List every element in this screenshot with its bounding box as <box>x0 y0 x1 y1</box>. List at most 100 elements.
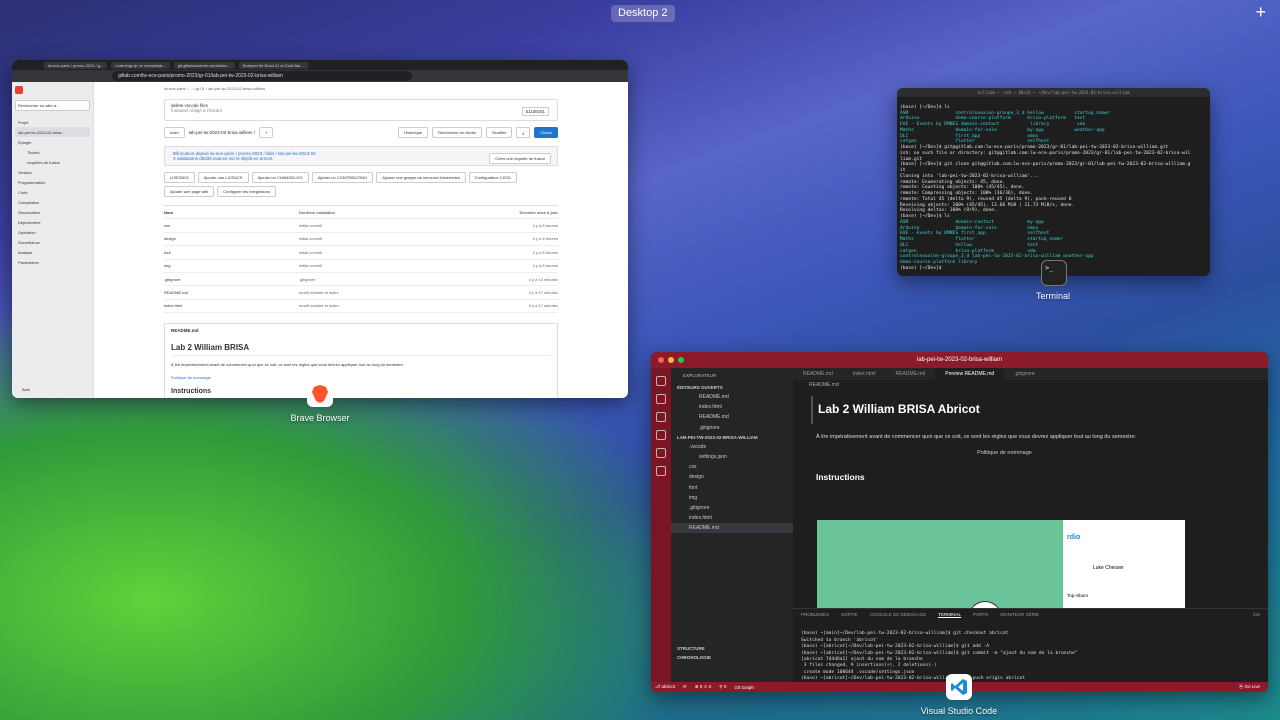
file-commit[interactable]: initial commit <box>299 263 488 268</box>
chip-button[interactable]: Configurer les intégrations <box>217 186 276 197</box>
open-editors-section[interactable]: ÉDITEURS OUVERTS <box>671 383 793 392</box>
sidebar-item[interactable]: Gestion <box>15 167 90 177</box>
sidebar-item[interactable]: Programmation <box>15 177 90 187</box>
sidebar-item[interactable]: Déploiement <box>15 217 90 227</box>
browser-tab[interactable]: Learnings tp ne compristat... <box>111 61 170 69</box>
tree-item[interactable]: font <box>671 483 793 493</box>
timeline-section[interactable]: CHRONOLOGIE <box>671 653 793 662</box>
sidebar-item[interactable]: Code <box>15 187 90 197</box>
brave-app-icon[interactable] <box>307 381 333 407</box>
outline-section[interactable]: STRUCTURE <box>671 644 793 653</box>
open-editor-item[interactable]: README.md <box>671 392 793 402</box>
tree-item[interactable]: README.md <box>671 523 793 534</box>
panel-tab[interactable]: PROBLÈMES <box>801 612 829 618</box>
editor-breadcrumb[interactable]: README.md <box>793 380 1268 390</box>
url-field[interactable]: gitlab.com/lw-ece-paris/promo-2023/gr-01… <box>112 71 412 81</box>
browser-tab[interactable]: git.gitlabstudents.com/labex... <box>173 61 235 69</box>
tree-item[interactable]: img <box>671 493 793 503</box>
commit-sha[interactable]: 511d6c81 <box>521 107 549 116</box>
file-commit[interactable]: .gitignore <box>299 277 488 282</box>
vscode-app-icon[interactable] <box>946 674 972 700</box>
table-row[interactable]: README.md modif readme et index il y a 17 … <box>164 286 558 300</box>
sidebar-item[interactable]: Épingle <box>15 137 90 147</box>
tree-item[interactable]: css <box>671 462 793 472</box>
file-commit[interactable]: modif readme et index <box>299 290 488 295</box>
vscode-window[interactable]: lab-pei-tw-2023-02-brisa-william EXPLORA… <box>651 352 1268 692</box>
add-desktop-icon[interactable]: + <box>1255 2 1266 23</box>
terminal-app-icon[interactable]: >_ <box>1041 260 1067 286</box>
table-row[interactable]: .gitignore .gitignore il y a 13 minutes <box>164 273 558 287</box>
panel-tab[interactable]: TERMINAL <box>938 612 961 618</box>
sidebar-search[interactable]: Rechercher ou aller à... <box>15 100 90 111</box>
editor-tab[interactable]: README.md <box>793 368 843 380</box>
sidebar-item[interactable]: Sécurisation <box>15 207 90 217</box>
panel-tab[interactable]: SORTIE <box>841 612 858 618</box>
editor-tab[interactable]: README.md <box>886 368 936 380</box>
file-commit[interactable]: initial commit <box>299 250 488 255</box>
table-row[interactable]: design initial commit il y a 8 heures <box>164 233 558 247</box>
sidebar-item[interactable]: Compilation <box>15 197 90 207</box>
editor-tab[interactable]: Preview README.md <box>935 368 1005 380</box>
chip-button[interactable]: Ajouter une page wiki <box>164 186 215 197</box>
sidebar-item[interactable]: Analyse <box>15 247 90 257</box>
file-name[interactable]: README.md <box>164 290 299 295</box>
add-button[interactable]: + <box>258 127 274 138</box>
history-button[interactable]: Historique <box>398 127 429 138</box>
chip-button[interactable]: Ajouter un CHANGELOG <box>251 172 309 183</box>
table-row[interactable]: css initial commit il y a 8 heures <box>164 219 558 233</box>
file-name[interactable]: img <box>164 263 299 268</box>
sidebar-repo[interactable]: lab-pei-tw-2023-02-brisa... <box>15 127 90 137</box>
explorer-icon[interactable] <box>656 394 666 404</box>
tree-item[interactable]: design <box>671 472 793 482</box>
browser-tab[interactable]: Notepad for Brisa 21 et Gold Bar... <box>238 61 308 69</box>
readme-file[interactable]: README.md <box>171 328 551 333</box>
brave-window[interactable]: lw-ece-paris / promo-2023 / g... Learnin… <box>12 60 628 398</box>
file-name[interactable]: .gitignore <box>164 277 299 282</box>
file-commit[interactable]: initial commit <box>299 236 488 241</box>
open-editor-item[interactable]: index.html <box>671 402 793 412</box>
sidebar-item[interactable]: Surveillance <box>15 237 90 247</box>
problems-status[interactable]: ⊗ 0 ⚠ 0 <box>695 684 712 690</box>
tree-item[interactable]: .vscode <box>671 442 793 452</box>
download-button[interactable]: ⤓ <box>516 127 531 138</box>
file-name[interactable]: font <box>164 250 299 255</box>
panel-tab[interactable]: MONITEUR SÉRIE <box>1000 612 1039 618</box>
search-icon[interactable] <box>656 376 666 386</box>
branch-status[interactable]: ⎇ abricot <box>655 684 675 690</box>
browser-tab[interactable]: lw-ece-paris / promo-2023 / g... <box>44 61 108 69</box>
chip-button[interactable]: Configuration CI/CD <box>468 172 517 183</box>
chip-button[interactable]: Ajouter une grappe de serveurs Kubernete… <box>376 172 466 183</box>
tree-item[interactable]: settings.json <box>671 452 793 462</box>
extensions-icon[interactable] <box>656 448 666 458</box>
editor-tab[interactable]: index.html <box>843 368 886 380</box>
file-name[interactable]: css <box>164 223 299 228</box>
desktop-label[interactable]: Desktop 2 <box>611 5 675 22</box>
ports-status[interactable]: ⚲ 0 <box>719 684 726 690</box>
file-commit[interactable]: initial commit <box>299 223 488 228</box>
chip-button[interactable]: Ajouter un CONTRIBUTING <box>311 172 374 183</box>
tree-item[interactable]: .gitignore <box>671 503 793 513</box>
chip-button[interactable]: LISEZMOI <box>164 172 195 183</box>
sidebar-item[interactable]: requêtes de fusion <box>15 157 90 167</box>
create-mr-button[interactable]: Créer une requête de fusion <box>489 153 551 164</box>
gitlab-logo-icon[interactable] <box>15 86 23 94</box>
sync-icon[interactable]: ⟳ <box>683 684 687 690</box>
table-row[interactable]: index.html modif readme et index il y a 17… <box>164 300 558 314</box>
panel-tab[interactable]: CONSOLE DE DÉBOGAGE <box>870 612 927 618</box>
breadcrumb[interactable]: lw-ece-paris / ... / gr-01 / lab-pei-tw-… <box>164 86 558 91</box>
table-row[interactable]: img initial commit il y a 8 heures <box>164 260 558 273</box>
terminal-window[interactable]: william — -zsh — 80×24 — ~/Dev/lab-pei-t… <box>897 88 1210 276</box>
panel-tab[interactable]: PORTS <box>973 612 988 618</box>
help-link[interactable]: Aide <box>22 387 30 392</box>
find-file-button[interactable]: Rechercher un fichier <box>432 127 483 138</box>
project-root[interactable]: LAB-PEI-TW-2023-02-BRISA-WILLIAM <box>671 433 793 442</box>
branch-select[interactable]: main <box>164 127 185 138</box>
clone-button[interactable]: Cloner <box>534 127 558 138</box>
tree-item[interactable]: index.html <box>671 513 793 523</box>
run-debug-icon[interactable] <box>656 430 666 440</box>
sidebar-item[interactable]: Tickets <box>15 147 90 157</box>
terminal-output[interactable]: (base) [~/Dev]$ ls ASM controleauxion-gr… <box>897 97 1210 276</box>
preview-link[interactable]: Politique de nommage <box>816 450 1193 456</box>
open-editor-item[interactable]: README.md <box>671 412 793 422</box>
edit-button[interactable]: Modifier <box>486 127 513 138</box>
